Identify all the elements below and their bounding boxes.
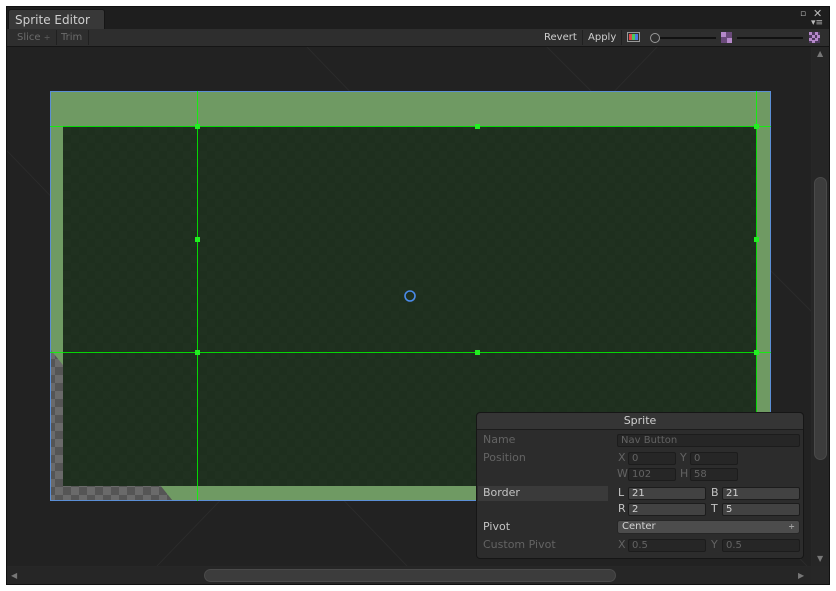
trim-button[interactable]: Trim [57, 30, 89, 45]
revert-button[interactable]: Revert [540, 30, 583, 45]
zoom-slider[interactable] [650, 33, 716, 43]
horizontal-scrollbar[interactable]: ◀ ▶ [7, 567, 811, 584]
border-label: Border [483, 486, 520, 499]
pos-y-label: Y [680, 451, 687, 464]
pos-h-label: H [680, 467, 689, 480]
pos-x-field[interactable]: 0 [628, 452, 676, 465]
sprite-editor-window: Sprite Editor ▫ ✕ ▾≡ Slice ÷ Trim Revert… [6, 6, 830, 585]
close-icon[interactable]: ✕ [813, 8, 822, 19]
name-label: Name [483, 433, 516, 446]
horizontal-scroll-thumb[interactable] [204, 569, 616, 582]
scroll-up-icon[interactable]: ▲ [817, 49, 823, 58]
pivot-dropdown[interactable]: Center ÷ [617, 520, 800, 534]
pos-w-field[interactable]: 102 [628, 468, 676, 481]
mip-slider[interactable] [737, 37, 803, 39]
pos-h-field[interactable]: 58 [690, 468, 738, 481]
border-l-field[interactable]: 21 [628, 487, 706, 500]
scroll-down-icon[interactable]: ▼ [817, 554, 823, 563]
scroll-left-icon[interactable]: ◀ [11, 571, 17, 580]
slice-dropdown[interactable]: Slice ÷ [13, 30, 57, 45]
menu-icon[interactable]: ▾≡ [811, 19, 823, 28]
position-label: Position [483, 451, 526, 464]
custom-pivot-y-label: Y [711, 538, 718, 551]
border-b-label: B [711, 486, 719, 499]
border-b-field[interactable]: 21 [722, 487, 800, 500]
custom-pivot-x-label: X [618, 538, 626, 551]
panel-title: Sprite [477, 413, 803, 430]
custom-pivot-x-field[interactable]: 0.5 [628, 539, 706, 552]
pos-x-label: X [618, 451, 626, 464]
pivot-value: Center [622, 521, 656, 532]
custom-pivot-y-field[interactable]: 0.5 [722, 539, 800, 552]
vertical-scrollbar[interactable]: ▲ ▼ [812, 47, 829, 566]
mipmap-icon[interactable] [721, 32, 732, 43]
pos-y-field[interactable]: 0 [690, 452, 738, 465]
sprite-inspector-panel: Sprite Name Nav Button Position X 0 Y 0 … [476, 412, 804, 559]
rgb-channel-icon[interactable] [627, 32, 640, 42]
pivot-caret-icon: ÷ [788, 522, 795, 531]
border-r-label: R [618, 502, 626, 515]
zoom-slider-thumb[interactable] [650, 33, 660, 43]
border-t-field[interactable]: 5 [722, 503, 800, 516]
tab-sprite-editor[interactable]: Sprite Editor [8, 9, 105, 30]
pos-w-label: W [617, 467, 628, 480]
alpha-checker-icon[interactable] [809, 32, 820, 43]
maximize-icon[interactable]: ▫ [800, 10, 806, 19]
pivot-label: Pivot [483, 520, 511, 533]
vertical-scroll-thumb[interactable] [814, 177, 827, 460]
border-t-label: T [711, 502, 718, 515]
apply-button[interactable]: Apply [584, 30, 622, 45]
scroll-right-icon[interactable]: ▶ [798, 571, 804, 580]
border-l-label: L [618, 486, 625, 499]
slice-caret-icon: ÷ [43, 33, 51, 42]
border-r-field[interactable]: 2 [628, 503, 706, 516]
name-field[interactable]: Nav Button [617, 434, 800, 447]
tab-bar: Sprite Editor ▫ ✕ ▾≡ [7, 7, 829, 30]
custom-pivot-label: Custom Pivot [483, 538, 556, 551]
toolbar: Slice ÷ Trim Revert Apply [7, 29, 829, 47]
slice-label: Slice [17, 32, 41, 43]
